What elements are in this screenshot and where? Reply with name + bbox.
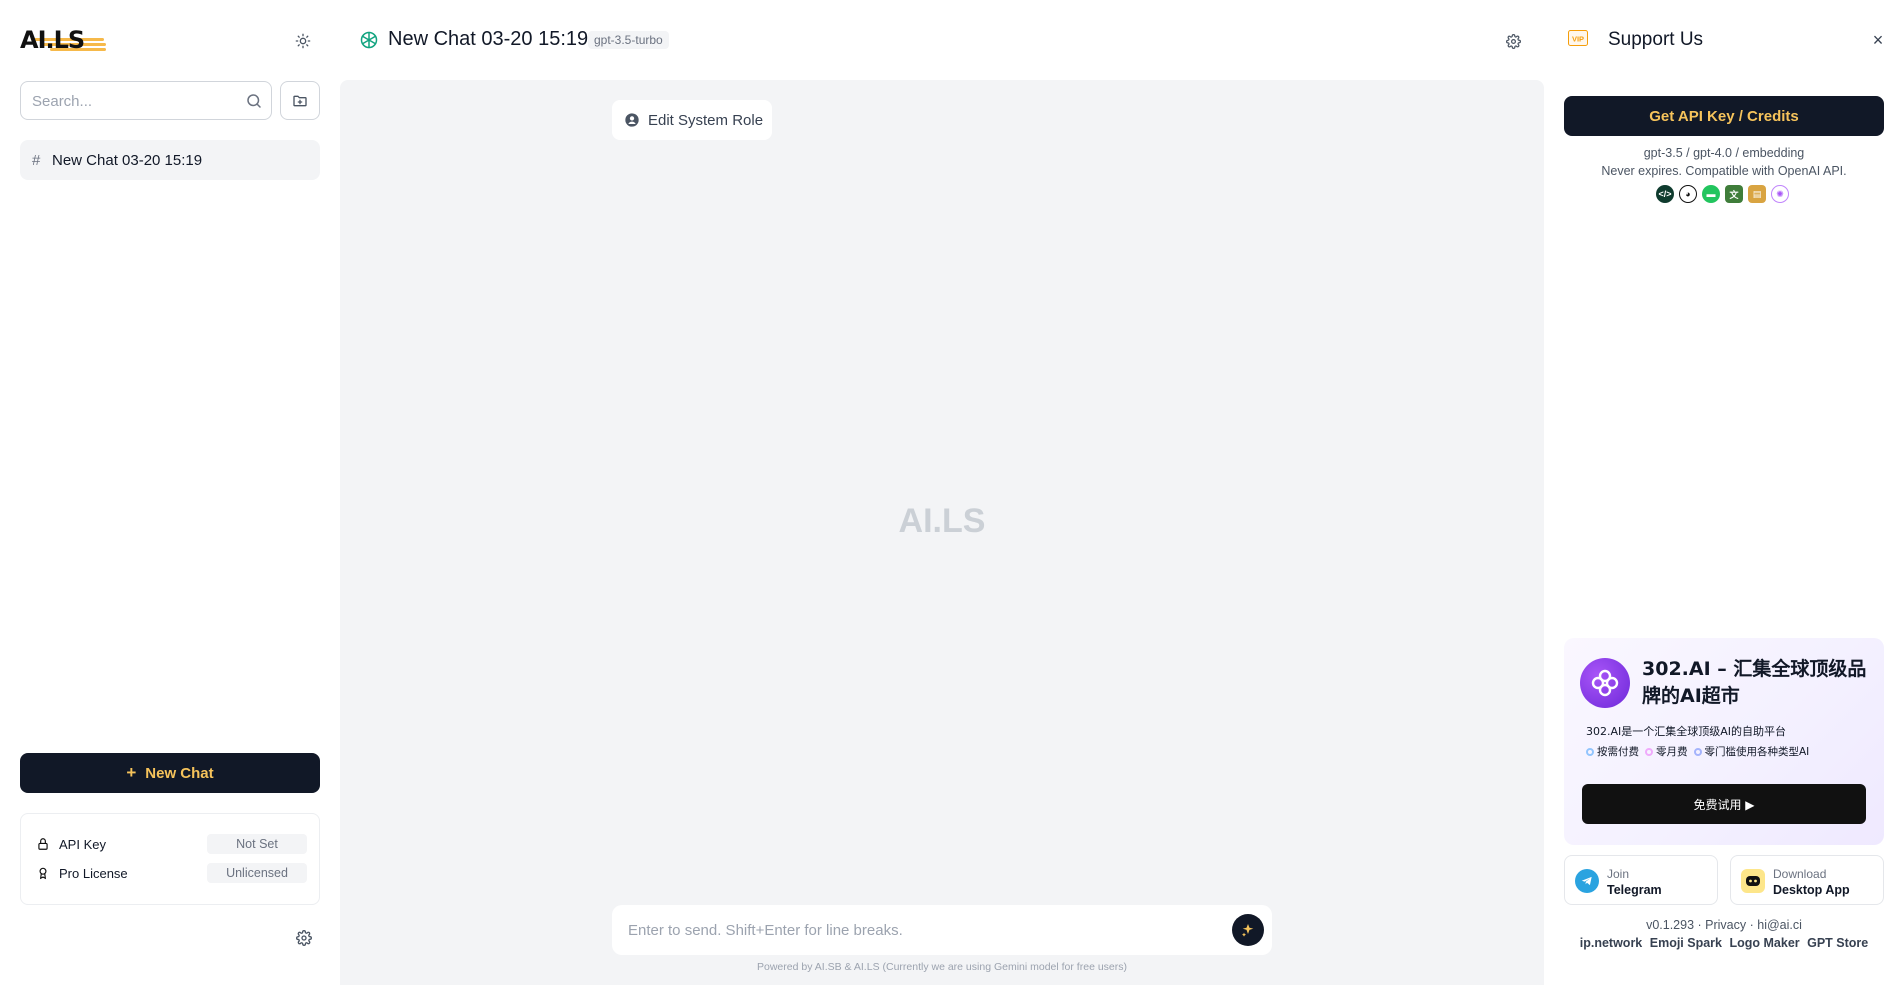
- book-icon[interactable]: ▤: [1748, 185, 1766, 203]
- new-chat-button[interactable]: + New Chat: [20, 753, 320, 793]
- bullet-icon: [1693, 748, 1702, 756]
- version-label: v0.1.293: [1646, 918, 1695, 932]
- message-composer: [612, 905, 1272, 955]
- code-icon[interactable]: </>: [1656, 185, 1674, 203]
- svg-text:VIP: VIP: [1572, 35, 1584, 44]
- gear-icon: [1505, 33, 1521, 49]
- promo-feature: 零月费: [1645, 744, 1688, 759]
- pro-license-status-badge: Unlicensed: [207, 863, 307, 883]
- link-emoji-spark[interactable]: Emoji Spark: [1650, 936, 1722, 950]
- chat-area: Edit System Role AI.LS Powered by AI.SB …: [340, 80, 1544, 985]
- folder-plus-icon: [293, 95, 307, 106]
- version-footer: v0.1.293 · Privacy · hi@ai.ci: [1646, 918, 1802, 932]
- openai-icon: [360, 31, 378, 49]
- telegram-top-label: Join: [1607, 867, 1630, 881]
- download-desktop-button[interactable]: Download Desktop App: [1730, 855, 1884, 905]
- privacy-link[interactable]: Privacy: [1705, 918, 1746, 932]
- award-icon: [35, 865, 51, 881]
- promo-description: 302.AI是一个汇集全球顶级AI的自助平台: [1586, 725, 1787, 738]
- support-panel: VIP Support Us × Get API Key / Credits g…: [1544, 0, 1904, 985]
- search-icon[interactable]: [245, 92, 263, 110]
- edit-system-role-label: Edit System Role: [648, 111, 764, 129]
- new-folder-button[interactable]: [280, 81, 320, 120]
- models-line: gpt-3.5 / gpt-4.0 / embedding: [1643, 146, 1805, 160]
- sidebar: AI.LS # New Chat 03-20 15:19 + New Chat …: [0, 0, 340, 985]
- desktop-app-icon: [1741, 869, 1765, 893]
- chat-settings-button[interactable]: [1500, 28, 1526, 54]
- pro-license-row[interactable]: Pro License Unlicensed: [35, 863, 307, 883]
- promo-card[interactable]: 302.AI – 汇集全球顶级品牌的AI超市 302.AI是一个汇集全球顶级AI…: [1564, 638, 1884, 845]
- user-circle-icon: [624, 112, 640, 128]
- cat-icon[interactable]: ◕: [1679, 185, 1697, 203]
- telegram-bottom-label: Telegram: [1607, 883, 1662, 897]
- translate-icon[interactable]: 文: [1725, 185, 1743, 203]
- edit-system-role-button[interactable]: Edit System Role: [612, 100, 772, 140]
- search-input[interactable]: [32, 90, 232, 112]
- close-icon: ×: [1872, 29, 1884, 50]
- link-ip-network[interactable]: ip.network: [1580, 936, 1643, 950]
- sun-icon: [295, 33, 311, 49]
- theme-toggle-button[interactable]: [288, 26, 318, 56]
- api-key-status-badge: Not Set: [207, 834, 307, 854]
- promo-features: 按需付费 零月费 零门槛使用各种类型AI: [1586, 744, 1809, 759]
- chat-list-item[interactable]: # New Chat 03-20 15:19: [20, 140, 320, 180]
- partner-links: ip.network Emoji Spark Logo Maker GPT St…: [1544, 936, 1904, 950]
- get-api-key-button[interactable]: Get API Key / Credits: [1564, 96, 1884, 136]
- send-button[interactable]: [1232, 914, 1264, 946]
- api-key-label: API Key: [59, 836, 106, 852]
- chat-item-label: New Chat 03-20 15:19: [52, 151, 203, 169]
- sidebar-settings-button[interactable]: [288, 922, 320, 954]
- openai-icon[interactable]: ✺: [1771, 185, 1789, 203]
- promo-feature: 按需付费: [1586, 744, 1639, 759]
- promo-feature: 零门槛使用各种类型AI: [1693, 744, 1809, 759]
- telegram-icon: [1575, 869, 1599, 893]
- message-input[interactable]: [628, 919, 1208, 941]
- join-telegram-button[interactable]: Join Telegram: [1564, 855, 1718, 905]
- model-badge[interactable]: gpt-3.5-turbo: [588, 31, 669, 49]
- panel-title: Support Us: [1608, 29, 1704, 50]
- free-trial-button[interactable]: 免费试用 ▶: [1582, 784, 1866, 824]
- search-box: [20, 81, 272, 120]
- link-logo-maker[interactable]: Logo Maker: [1729, 936, 1799, 950]
- api-key-row[interactable]: API Key Not Set: [35, 834, 307, 854]
- chat-title[interactable]: New Chat 03-20 15:19: [388, 28, 588, 51]
- sparkle-send-icon: [1242, 924, 1254, 937]
- desktop-top-label: Download: [1773, 867, 1827, 881]
- app-logo[interactable]: AI.LS: [20, 26, 106, 54]
- account-settings-card: API Key Not Set Pro License Unlicensed: [20, 813, 320, 905]
- pro-license-label: Pro License: [59, 865, 128, 881]
- desktop-bottom-label: Desktop App: [1773, 883, 1850, 897]
- hash-icon: #: [32, 151, 41, 169]
- plus-icon: +: [126, 763, 137, 782]
- bullet-icon: [1586, 748, 1594, 756]
- chat-header: New Chat 03-20 15:19 gpt-3.5-turbo: [340, 0, 1544, 80]
- close-panel-button[interactable]: ×: [1866, 28, 1890, 52]
- email-link[interactable]: hi@ai.ci: [1757, 918, 1802, 932]
- lock-icon: [35, 836, 51, 852]
- new-chat-label: New Chat: [145, 764, 214, 782]
- promo-title: 302.AI – 汇集全球顶级品牌的AI超市: [1642, 658, 1867, 707]
- 302ai-logo-icon: [1580, 658, 1630, 708]
- compatibility-line: Never expires. Compatible with OpenAI AP…: [1601, 164, 1847, 178]
- logo-text: AI.LS: [20, 26, 85, 54]
- chat-bubble-icon[interactable]: ▬: [1702, 185, 1720, 203]
- link-gpt-store[interactable]: GPT Store: [1807, 936, 1868, 950]
- vip-icon: VIP: [1568, 30, 1588, 46]
- bullet-icon: [1645, 748, 1653, 756]
- gear-icon: [296, 930, 312, 946]
- watermark-logo: AI.LS: [898, 502, 986, 540]
- provider-icons: </> ◕ ▬ 文 ▤ ✺: [1656, 185, 1789, 203]
- powered-by-note: Powered by AI.SB & AI.LS (Currently we a…: [757, 961, 1127, 973]
